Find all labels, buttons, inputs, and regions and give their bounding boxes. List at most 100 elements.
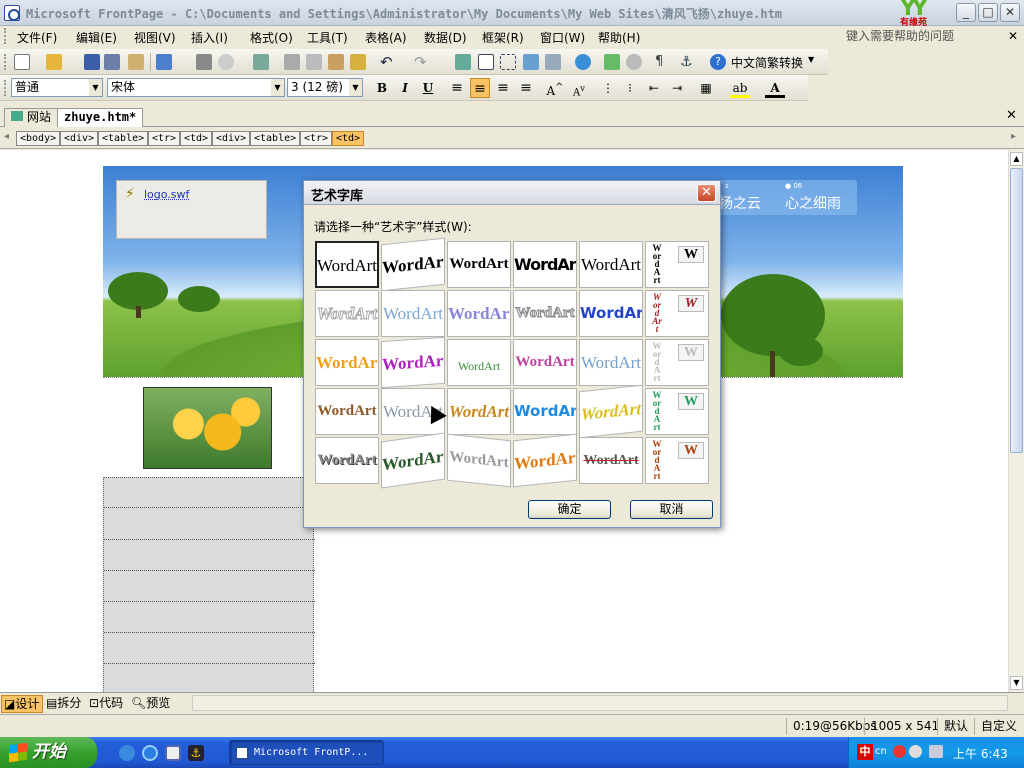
drawing-icon[interactable] (545, 54, 561, 70)
chevron-down-icon[interactable]: ▼ (349, 79, 362, 96)
decrease-font-icon[interactable]: Av (569, 78, 589, 98)
wordart-style-11[interactable]: WordArt (579, 290, 643, 337)
bold-button[interactable]: B (372, 78, 392, 98)
wordart-style-13[interactable]: WordArt (315, 339, 379, 386)
decrease-indent-icon[interactable]: ⇤ (644, 78, 664, 98)
increase-indent-icon[interactable]: ⇥ (667, 78, 687, 98)
menu-frames[interactable]: 框架(R) (482, 29, 524, 46)
open-folder-icon[interactable] (46, 54, 62, 70)
wordart-style-12[interactable]: WordArt W (645, 290, 709, 337)
align-center-icon[interactable]: ≡ (470, 78, 490, 98)
wordart-style-17[interactable]: WordArt (579, 339, 643, 386)
menu-tools[interactable]: 工具(T) (307, 29, 348, 46)
wordart-style-6[interactable]: WordArt W (645, 241, 709, 288)
cancel-button[interactable]: 取消 (630, 500, 713, 519)
help-icon[interactable]: ? (710, 54, 726, 70)
chevron-down-icon[interactable]: ▼ (808, 55, 814, 64)
wordart-style-30[interactable]: WordArt W (645, 437, 709, 484)
frontpage-app-icon[interactable] (4, 5, 20, 21)
anchor-icon[interactable]: ⚓ (680, 54, 696, 70)
ok-button[interactable]: 确定 (528, 500, 611, 519)
view-tab-preview[interactable]: 🔍︎预览 (129, 695, 173, 713)
network-icon[interactable] (929, 745, 943, 758)
wordart-style-7[interactable]: WordArt (315, 290, 379, 337)
wordart-style-28[interactable]: WordArt (513, 433, 577, 488)
menu-table[interactable]: 表格(A) (365, 29, 407, 46)
tag-body[interactable]: <body> (16, 131, 61, 146)
wordart-style-14[interactable]: WordArt (381, 336, 445, 389)
nav-link[interactable]: 心之细雨 (785, 193, 841, 213)
spelling-icon[interactable] (253, 54, 269, 70)
tag-table[interactable]: <table> (250, 131, 301, 146)
scroll-up-arrow-icon[interactable]: ▲ (1010, 152, 1023, 166)
anchor-app-icon[interactable]: ⚓ (188, 745, 204, 761)
minimize-button[interactable]: _ (956, 3, 976, 22)
scroll-right-icon[interactable]: ▸ (1011, 131, 1016, 142)
nav-link[interactable]: 扬之云 (719, 193, 761, 213)
borders-icon[interactable]: ▦ (696, 78, 716, 98)
justify-icon[interactable]: ≡ (516, 78, 536, 98)
web-component-icon[interactable] (156, 54, 172, 70)
wordart-style-24[interactable]: WordArt W (645, 388, 709, 435)
highlight-icon[interactable]: ab (730, 78, 750, 98)
paste-icon[interactable] (328, 54, 344, 70)
new-page-icon[interactable] (14, 54, 30, 70)
style-select[interactable]: 普通 ▼ (11, 78, 103, 97)
tag-td[interactable]: <td> (180, 131, 213, 146)
menu-view[interactable]: 视图(V) (134, 29, 176, 46)
wordart-style-25[interactable]: WordArt (315, 437, 379, 484)
tag-table[interactable]: <table> (98, 131, 149, 146)
redo-icon[interactable]: ↷ (414, 54, 430, 70)
language-indicator[interactable]: cn (875, 746, 887, 757)
tag-tr[interactable]: <tr> (300, 131, 333, 146)
chevron-down-icon[interactable]: ▼ (89, 79, 102, 96)
wordart-style-22[interactable]: WordArt (513, 388, 577, 435)
menu-file[interactable]: 文件(F) (17, 29, 57, 46)
wordart-style-8[interactable]: WordArt (381, 290, 445, 337)
wordart-style-27[interactable]: WordArt (447, 433, 511, 488)
custom-indicator[interactable]: 自定义 (974, 718, 1017, 735)
wordart-style-3[interactable]: WordArt (447, 241, 511, 288)
toolbar-grip[interactable] (4, 80, 7, 96)
increase-font-icon[interactable]: A^ (545, 78, 565, 98)
menu-window[interactable]: 窗口(W) (540, 29, 585, 46)
underline-button[interactable]: U (418, 78, 438, 98)
insert-picture-icon[interactable] (523, 54, 539, 70)
publish-icon[interactable] (128, 54, 144, 70)
align-right-icon[interactable]: ≡ (493, 78, 513, 98)
preview-icon[interactable] (218, 54, 234, 70)
copy-icon[interactable] (306, 54, 322, 70)
taskbar-frontpage-window[interactable]: Microsoft FrontP... (229, 740, 384, 765)
font-color-icon[interactable]: A (765, 78, 785, 98)
hyperlink-icon[interactable] (575, 54, 591, 70)
internet-explorer-icon[interactable] (142, 745, 158, 761)
save-icon[interactable] (84, 54, 100, 70)
horizontal-scrollbar[interactable] (192, 695, 1008, 711)
scroll-down-arrow-icon[interactable]: ▼ (1010, 676, 1023, 690)
menu-help[interactable]: 帮助(H) (598, 29, 640, 46)
tag-tr[interactable]: <tr> (148, 131, 181, 146)
wordart-style-29[interactable]: WordArt (579, 437, 643, 484)
view-tab-split[interactable]: ▤拆分 (44, 695, 84, 713)
close-window-button[interactable]: ✕ (1000, 3, 1020, 22)
wordart-style-21[interactable]: WordArt (447, 388, 511, 435)
show-all-icon[interactable]: ¶ (655, 54, 671, 70)
scroll-thumb[interactable] (1010, 168, 1023, 453)
view-tab-code[interactable]: ⊡代码 (87, 695, 126, 713)
font-select[interactable]: 宋体 ▼ (107, 78, 285, 97)
wordart-style-18[interactable]: WordArt W (645, 339, 709, 386)
wordart-style-23[interactable]: WordArt (579, 384, 643, 439)
start-button[interactable]: 开始 (0, 737, 97, 768)
wordart-style-19[interactable]: WordArt (315, 388, 379, 435)
font-size-select[interactable]: 3 (12 磅) ▼ (287, 78, 363, 97)
close-tab-button[interactable]: ✕ (1006, 108, 1017, 123)
dialog-close-button[interactable]: ✕ (697, 184, 716, 202)
refresh-icon[interactable] (604, 54, 620, 70)
menu-format[interactable]: 格式(O) (250, 29, 293, 46)
tab-website[interactable]: 网站 (4, 108, 59, 127)
help-question-box[interactable]: 键入需要帮助的问题 (846, 27, 1006, 44)
tray-app-icon[interactable] (909, 745, 922, 758)
search-icon[interactable] (104, 54, 120, 70)
wordart-style-15[interactable]: WordArt (447, 339, 511, 386)
align-left-icon[interactable]: ≡ (447, 78, 467, 98)
